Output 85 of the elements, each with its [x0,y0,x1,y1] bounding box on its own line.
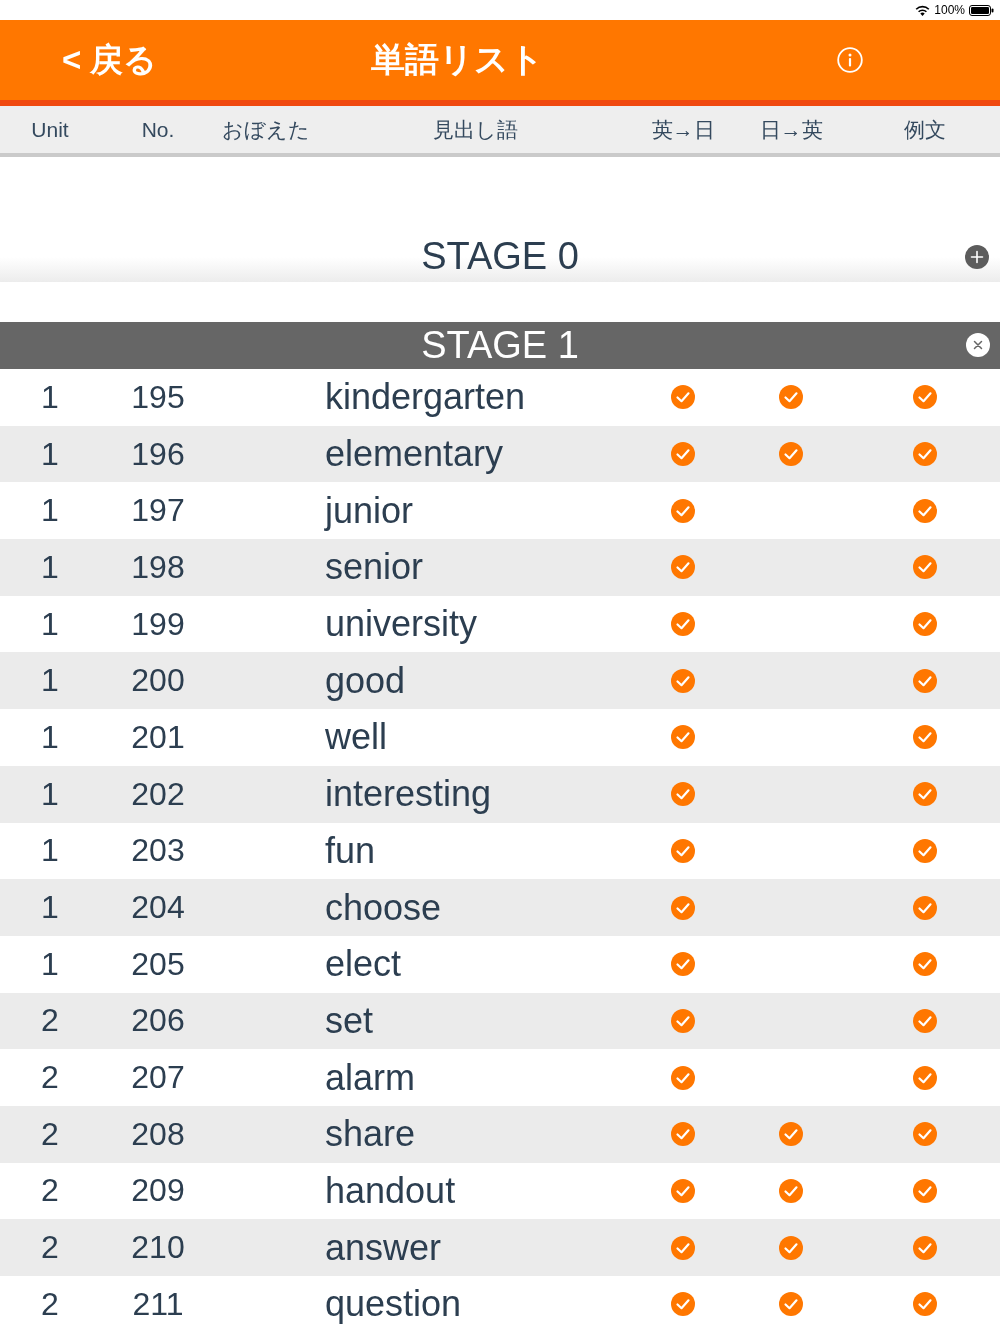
word-row[interactable]: 1 199 university [0,595,1000,653]
unit-cell: 2 [41,1115,59,1153]
unit-cell: 2 [41,1059,59,1097]
headword-cell-text: elect [324,943,402,986]
headword-cell-text: kindergarten [324,376,526,419]
headword-cell-text: good [324,659,406,702]
unit-cell: 1 [41,435,59,473]
unit-cell: 2 [41,1002,59,1040]
column-header[interactable]: おぼえた [222,115,310,144]
unit-cell: 2 [41,1172,59,1210]
number-cell: 201 [131,718,185,756]
headword-cell-text: question [324,1283,462,1326]
number-cell: 202 [131,775,185,813]
headword-cell-text: set [324,999,374,1042]
unit-cell: 1 [41,605,59,643]
word-row[interactable]: 2 210 answer [0,1219,1000,1276]
headword-cell-text: university [324,603,478,646]
number-cell: 195 [131,378,185,416]
number-cell: 206 [131,1002,185,1040]
column-header[interactable]: No. [141,117,175,142]
headword-cell-text: fun [324,829,376,872]
number-cell: 207 [131,1059,185,1097]
word-row[interactable]: 1 203 fun [0,822,1000,880]
word-row[interactable]: 1 198 senior [0,539,1000,596]
word-row[interactable]: 1 195 kindergarten [0,369,1000,426]
column-header[interactable]: 例文 [904,115,946,144]
section-header[interactable]: STAGE 1 [0,322,1000,369]
word-row[interactable]: 1 205 elect [0,935,1000,993]
word-row[interactable]: 2 208 share [0,1105,1000,1163]
unit-cell: 1 [41,945,59,983]
unit-cell: 1 [41,378,59,416]
number-cell: 210 [131,1229,185,1267]
word-row[interactable]: 2 211 question [0,1276,1000,1333]
plus-icon[interactable] [965,245,989,269]
section-title: STAGE 1 [421,324,579,367]
word-row[interactable]: 2 209 handout [0,1162,1000,1220]
headword-cell-text: well [324,716,387,759]
headword-cell-text: interesting [324,773,492,816]
word-row[interactable]: 2 206 set [0,992,1000,1050]
unit-cell: 1 [41,718,59,756]
headword-cell-text: elementary [324,433,504,476]
number-cell: 208 [131,1115,185,1153]
number-cell: 198 [131,548,185,586]
close-icon[interactable] [966,333,990,357]
headword-cell-text: junior [323,489,414,532]
unit-cell: 1 [41,492,59,530]
word-row[interactable]: 1 202 interesting [0,765,1000,823]
word-row[interactable]: 1 196 elementary [0,425,1000,483]
word-row[interactable]: 1 197 junior [0,482,1000,540]
headword-cell-text: choose [324,886,442,929]
column-header[interactable]: Unit [31,117,69,142]
number-cell: 200 [131,662,185,700]
unit-cell: 2 [41,1285,59,1323]
number-cell: 203 [131,832,185,870]
number-cell: 211 [132,1285,184,1323]
word-row[interactable]: 1 200 good [0,652,1000,710]
unit-cell: 1 [41,662,59,700]
word-row[interactable]: 1 204 choose [0,879,1000,936]
unit-cell: 1 [41,889,59,927]
column-header[interactable]: 日→英 [759,115,823,144]
headword-cell-text: share [324,1113,416,1156]
unit-cell: 1 [41,775,59,813]
number-cell: 209 [131,1172,185,1210]
headword-cell-text: answer [324,1226,442,1269]
word-row[interactable]: 2 207 alarm [0,1049,1000,1106]
headword-cell-text: senior [324,546,424,589]
number-cell: 205 [131,945,185,983]
screen-title: 単語リスト [371,39,545,80]
number-cell: 196 [131,435,185,473]
wifi-icon [915,4,931,16]
unit-cell: 1 [41,548,59,586]
unit-cell: 1 [41,832,59,870]
number-cell: 204 [131,889,185,927]
section-title: STAGE 0 [421,235,579,278]
battery-icon [969,4,994,16]
headword-cell-text: alarm [324,1056,416,1099]
number-cell: 197 [131,492,185,530]
number-cell: 199 [131,605,185,643]
headword-cell-text: handout [324,1169,456,1212]
unit-cell: 2 [41,1229,59,1267]
column-header[interactable]: 見出し語 [432,115,518,144]
battery-percentage: 100% [934,3,965,17]
word-row[interactable]: 1 201 well [0,709,1000,766]
info-icon[interactable] [837,47,863,73]
column-header[interactable]: 英→日 [651,115,715,144]
